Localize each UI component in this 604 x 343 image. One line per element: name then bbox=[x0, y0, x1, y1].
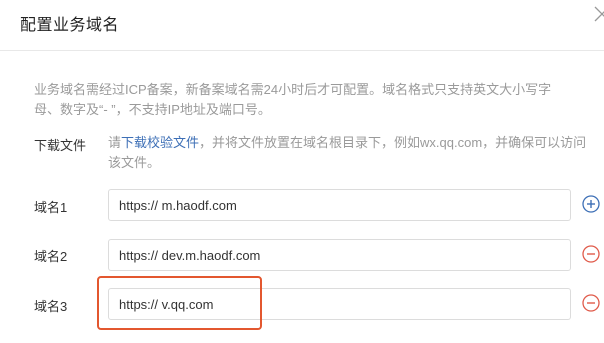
notice-text: 业务域名需经过ICP备案，新备案域名需24小时后才可配置。域名格式只支持英文大小… bbox=[34, 82, 552, 117]
domain-1-input[interactable] bbox=[109, 190, 570, 220]
domain-3-input[interactable] bbox=[109, 289, 570, 319]
minus-circle-icon bbox=[582, 294, 600, 312]
domain-1-label: 域名1 bbox=[34, 200, 68, 215]
title-divider bbox=[0, 50, 604, 51]
plus-circle-icon bbox=[582, 195, 600, 213]
domain-2-field[interactable] bbox=[108, 239, 571, 271]
domain-1-field[interactable] bbox=[108, 189, 571, 221]
download-prefix: 请 bbox=[108, 135, 122, 150]
download-label: 下载文件 bbox=[34, 138, 87, 153]
close-icon[interactable] bbox=[592, 4, 604, 22]
download-verify-file-link[interactable]: 下载校验文件 bbox=[121, 135, 199, 150]
add-domain-button[interactable] bbox=[582, 195, 600, 213]
remove-domain-2-button[interactable] bbox=[582, 245, 600, 263]
domain-2-label: 域名2 bbox=[34, 249, 68, 264]
dialog-title: 配置业务域名 bbox=[20, 17, 120, 34]
domain-3-label: 域名3 bbox=[34, 299, 68, 314]
domain-2-input[interactable] bbox=[109, 240, 570, 270]
remove-domain-3-button[interactable] bbox=[582, 294, 600, 312]
minus-circle-icon bbox=[582, 245, 600, 263]
domain-3-field[interactable] bbox=[108, 288, 571, 320]
download-instructions: 请下载校验文件，并将文件放置在域名根目录下，例如wx.qq.com，并确保可以访… bbox=[108, 133, 588, 173]
